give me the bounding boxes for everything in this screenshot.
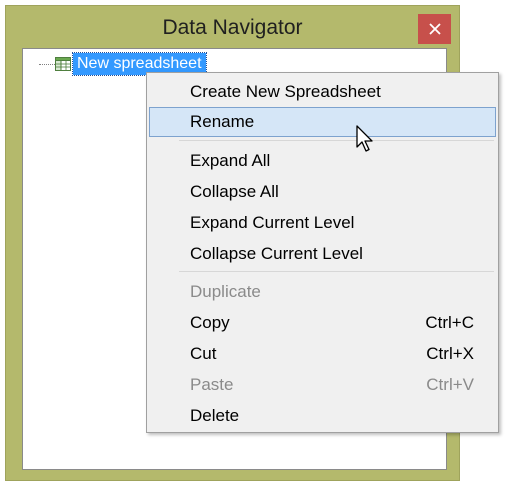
menu-item-collapse-all[interactable]: Collapse All bbox=[149, 177, 496, 207]
close-icon bbox=[428, 23, 441, 35]
menu-item-collapse-current-level[interactable]: Collapse Current Level bbox=[149, 239, 496, 269]
menu-item-label: Delete bbox=[190, 406, 240, 425]
window-title: Data Navigator bbox=[162, 16, 303, 39]
menu-item-label: Copy bbox=[190, 313, 230, 332]
menu-item-label: Cut bbox=[190, 344, 217, 363]
menu-item-label: Collapse Current Level bbox=[190, 244, 363, 263]
menu-item-expand-all[interactable]: Expand All bbox=[149, 146, 496, 176]
mouse-pointer-icon bbox=[356, 125, 373, 152]
context-menu: Create New Spreadsheet Rename Expand All… bbox=[146, 72, 499, 433]
menu-item-create-new-spreadsheet[interactable]: Create New Spreadsheet bbox=[149, 77, 496, 107]
menu-item-shortcut: Ctrl+X bbox=[426, 344, 474, 363]
menu-item-label: Expand All bbox=[190, 151, 271, 170]
menu-item-paste: Paste Ctrl+V bbox=[149, 370, 496, 400]
menu-item-shortcut: Ctrl+C bbox=[425, 313, 474, 332]
menu-separator bbox=[179, 140, 494, 141]
menu-item-cut[interactable]: Cut Ctrl+X bbox=[149, 339, 496, 369]
menu-item-copy[interactable]: Copy Ctrl+C bbox=[149, 308, 496, 338]
menu-item-label: Rename bbox=[190, 112, 255, 131]
menu-item-label: Duplicate bbox=[190, 282, 261, 301]
spreadsheet-icon bbox=[55, 57, 71, 71]
menu-separator bbox=[179, 271, 494, 272]
menu-item-shortcut: Ctrl+V bbox=[426, 375, 474, 394]
close-button[interactable] bbox=[418, 14, 451, 44]
menu-item-rename[interactable]: Rename bbox=[149, 107, 496, 137]
menu-item-duplicate: Duplicate bbox=[149, 277, 496, 307]
menu-item-label: Create New Spreadsheet bbox=[190, 82, 381, 101]
title-bar[interactable]: Data Navigator bbox=[6, 6, 459, 48]
menu-item-delete[interactable]: Delete bbox=[149, 401, 496, 431]
menu-item-expand-current-level[interactable]: Expand Current Level bbox=[149, 208, 496, 238]
menu-item-label: Paste bbox=[190, 375, 234, 394]
menu-item-label: Expand Current Level bbox=[190, 213, 355, 232]
menu-item-label: Collapse All bbox=[190, 182, 279, 201]
